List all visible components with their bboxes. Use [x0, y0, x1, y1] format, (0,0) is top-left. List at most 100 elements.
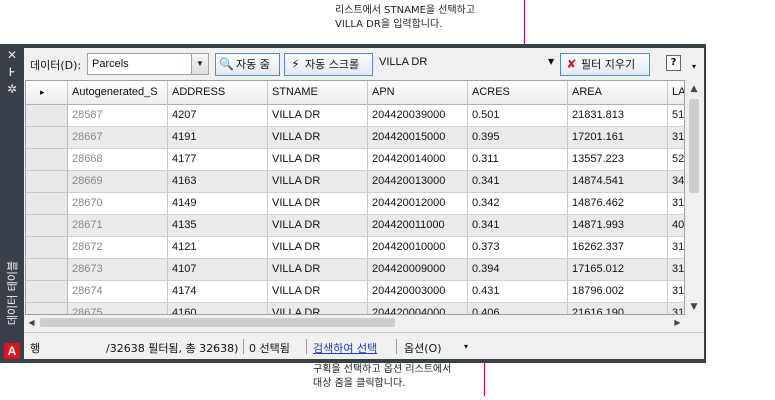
table-cell[interactable]: VILLA DR [268, 215, 368, 237]
row-selector[interactable] [26, 281, 68, 303]
table-row[interactable]: 28671 4135 VILLA DR 204420011000 0.341 1… [26, 215, 684, 237]
table-cell[interactable]: 31 [668, 193, 684, 215]
table-cell[interactable]: 4160 [168, 303, 268, 314]
scroll-left-icon[interactable]: ◀ [25, 316, 38, 329]
vertical-scrollbar[interactable]: ▲ ▼ [686, 81, 702, 315]
table-cell[interactable]: 0.373 [468, 237, 568, 259]
table-cell[interactable]: 14876.462 [568, 193, 668, 215]
table-row[interactable]: 28674 4174 VILLA DR 204420003000 0.431 1… [26, 281, 684, 303]
table-cell[interactable]: VILLA DR [268, 171, 368, 193]
clear-filter-button[interactable]: ✘ 필터 지우기 [560, 53, 650, 76]
table-cell[interactable]: 28673 [68, 259, 168, 281]
table-cell[interactable]: 4121 [168, 237, 268, 259]
table-cell[interactable]: 31 [668, 303, 684, 314]
table-cell[interactable]: 0.395 [468, 127, 568, 149]
table-cell[interactable]: 4207 [168, 105, 268, 127]
table-cell[interactable]: 4177 [168, 149, 268, 171]
table-cell[interactable]: 204420013000 [368, 171, 468, 193]
table-cell[interactable]: 0.341 [468, 215, 568, 237]
row-selector[interactable] [26, 149, 68, 171]
table-cell[interactable]: VILLA DR [268, 237, 368, 259]
table-cell[interactable]: 204420011000 [368, 215, 468, 237]
table-cell[interactable]: 28667 [68, 127, 168, 149]
row-selector[interactable] [26, 259, 68, 281]
scroll-right-icon[interactable]: ▶ [671, 316, 684, 329]
row-selector[interactable] [26, 171, 68, 193]
table-cell[interactable]: 28671 [68, 215, 168, 237]
table-cell[interactable]: 204420015000 [368, 127, 468, 149]
table-cell[interactable]: 204420009000 [368, 259, 468, 281]
table-cell[interactable]: 204420004000 [368, 303, 468, 314]
table-cell[interactable]: 204420014000 [368, 149, 468, 171]
table-cell[interactable]: 0.431 [468, 281, 568, 303]
table-cell[interactable]: VILLA DR [268, 127, 368, 149]
column-header[interactable]: ADDRESS [168, 81, 268, 105]
horizontal-scroll-thumb[interactable] [40, 318, 395, 327]
table-row[interactable]: 28667 4191 VILLA DR 204420015000 0.395 1… [26, 127, 684, 149]
table-cell[interactable]: 17165.012 [568, 259, 668, 281]
table-cell[interactable]: 21831.813 [568, 105, 668, 127]
table-cell[interactable]: 204420039000 [368, 105, 468, 127]
table-cell[interactable]: 28675 [68, 303, 168, 314]
close-icon[interactable]: ✕ [4, 48, 20, 62]
table-cell[interactable]: 31 [668, 281, 684, 303]
row-selector[interactable] [26, 303, 68, 314]
pin-icon[interactable]: ⊦ [4, 65, 20, 79]
horizontal-scrollbar[interactable]: ◀ ▶ [25, 316, 686, 329]
table-cell[interactable]: 4163 [168, 171, 268, 193]
auto-zoom-button[interactable]: 🔍 자동 줌 [215, 53, 280, 76]
table-cell[interactable]: 0.406 [468, 303, 568, 314]
table-cell[interactable]: 21616.190 [568, 303, 668, 314]
table-cell[interactable]: 4107 [168, 259, 268, 281]
table-row[interactable]: 28670 4149 VILLA DR 204420012000 0.342 1… [26, 193, 684, 215]
table-cell[interactable]: 28668 [68, 149, 168, 171]
table-cell[interactable]: 13557.223 [568, 149, 668, 171]
table-cell[interactable]: 0.394 [468, 259, 568, 281]
table-cell[interactable]: 204420003000 [368, 281, 468, 303]
table-row[interactable]: 28668 4177 VILLA DR 204420014000 0.311 1… [26, 149, 684, 171]
filter-value-field[interactable]: VILLA DR [379, 56, 559, 68]
table-cell[interactable]: 28674 [68, 281, 168, 303]
toolbar-menu-icon[interactable]: ▾ [688, 60, 700, 74]
table-cell[interactable]: 31 [668, 259, 684, 281]
table-cell[interactable]: 0.311 [468, 149, 568, 171]
auto-scroll-button[interactable]: ⚡ 자동 스크롤 [284, 53, 373, 76]
column-header[interactable]: Autogenerated_S [68, 81, 168, 105]
table-cell[interactable]: 4149 [168, 193, 268, 215]
row-selector[interactable] [26, 215, 68, 237]
table-cell[interactable]: 52 [668, 149, 684, 171]
help-button[interactable]: ? [666, 55, 681, 71]
table-cell[interactable]: 204420012000 [368, 193, 468, 215]
table-cell[interactable]: 14871.993 [568, 215, 668, 237]
table-cell[interactable]: VILLA DR [268, 149, 368, 171]
table-row[interactable]: 28669 4163 VILLA DR 204420013000 0.341 1… [26, 171, 684, 193]
table-cell[interactable]: VILLA DR [268, 259, 368, 281]
table-cell[interactable]: VILLA DR [268, 281, 368, 303]
table-cell[interactable]: 0.341 [468, 171, 568, 193]
table-cell[interactable]: 0.342 [468, 193, 568, 215]
table-cell[interactable]: 28587 [68, 105, 168, 127]
table-cell[interactable]: VILLA DR [268, 303, 368, 314]
table-cell[interactable]: 51 [668, 105, 684, 127]
filter-dropdown-arrow-icon[interactable]: ▼ [548, 57, 554, 66]
column-header[interactable]: LA [668, 81, 684, 105]
table-cell[interactable]: VILLA DR [268, 193, 368, 215]
table-cell[interactable]: 4174 [168, 281, 268, 303]
table-cell[interactable]: 40 [668, 215, 684, 237]
row-selector[interactable] [26, 105, 68, 127]
table-cell[interactable]: 0.501 [468, 105, 568, 127]
table-cell[interactable]: 4191 [168, 127, 268, 149]
table-cell[interactable]: 18796.002 [568, 281, 668, 303]
chevron-down-icon[interactable]: ▼ [191, 54, 208, 74]
table-row[interactable]: 28587 4207 VILLA DR 204420039000 0.501 2… [26, 105, 684, 127]
table-cell[interactable]: 28669 [68, 171, 168, 193]
data-source-dropdown[interactable]: Parcels ▼ [87, 53, 209, 75]
options-menu-button[interactable]: 옵션(O) [404, 340, 441, 356]
scroll-up-icon[interactable]: ▲ [686, 81, 702, 97]
table-cell[interactable]: 31 [668, 237, 684, 259]
settings-icon[interactable]: ✲ [4, 82, 20, 96]
row-selector[interactable] [26, 127, 68, 149]
table-cell[interactable]: 28672 [68, 237, 168, 259]
table-row[interactable]: 28673 4107 VILLA DR 204420009000 0.394 1… [26, 259, 684, 281]
column-header[interactable]: ACRES [468, 81, 568, 105]
